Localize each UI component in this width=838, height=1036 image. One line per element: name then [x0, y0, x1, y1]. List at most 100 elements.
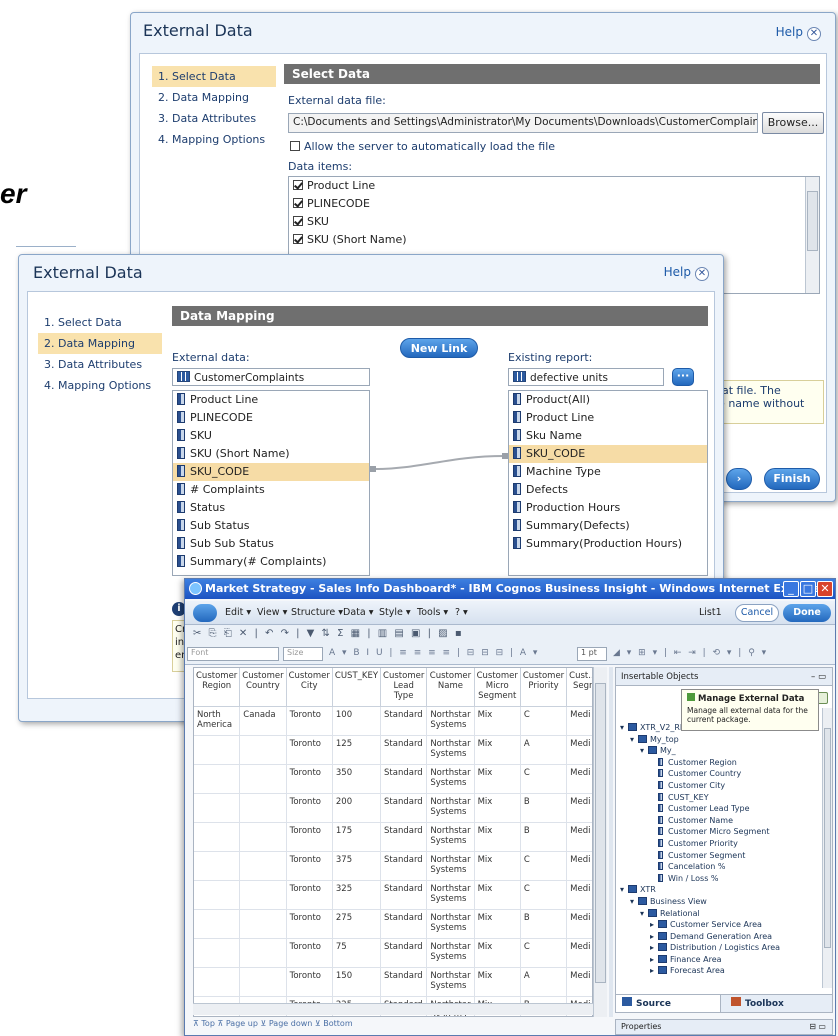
table-cell[interactable]: 100 [332, 706, 382, 736]
table-cell[interactable]: Mix [474, 938, 521, 968]
done-button[interactable]: Done [783, 604, 831, 622]
close-icon[interactable]: ✕ [817, 581, 833, 597]
help-label[interactable]: Help [664, 265, 691, 279]
menu-view[interactable]: View ▾ [257, 607, 287, 618]
size-select[interactable]: Size [283, 647, 323, 661]
table-cell[interactable]: Mix [474, 735, 521, 765]
scroll-thumb[interactable] [824, 728, 831, 948]
tree-scrollbar[interactable] [822, 708, 832, 988]
table-row[interactable]: Toronto 150 Standard Northstar Systems Mix A M… [194, 967, 592, 997]
scroll-thumb[interactable] [595, 683, 606, 983]
table-cell[interactable]: Medi [566, 735, 592, 765]
auto-load-checkbox[interactable] [290, 141, 300, 151]
help-link[interactable]: Help ✕ [664, 265, 709, 281]
expand-arrow-icon[interactable]: ▸ [650, 942, 658, 954]
table-cell[interactable]: Standard [380, 793, 428, 823]
table-cell[interactable]: Medi [566, 909, 592, 939]
table-cell[interactable]: A [520, 967, 568, 997]
table-cell[interactable]: North America [194, 706, 241, 736]
step-data-attributes[interactable]: 3. Data Attributes [152, 108, 276, 129]
table-cell[interactable]: 375 [332, 851, 382, 881]
expand-arrow-icon[interactable]: ▸ [650, 931, 658, 943]
step-mapping-options[interactable]: 4. Mapping Options [38, 375, 162, 396]
tree-node[interactable]: Customer Name [620, 815, 780, 827]
tree-node[interactable]: ▾ My_ [620, 745, 780, 757]
table-cell[interactable] [239, 880, 287, 910]
table-cell[interactable]: Standard [380, 851, 428, 881]
border-width-select[interactable]: 1 pt [577, 647, 607, 661]
tree-node[interactable]: ▸ Customer Service Area [620, 919, 780, 931]
help-label[interactable]: Help [776, 25, 803, 39]
auto-load-option[interactable]: Allow the server to automatically load t… [290, 140, 555, 153]
table-cell[interactable]: Mix [474, 822, 521, 852]
table-cell[interactable]: Standard [380, 735, 428, 765]
table-cell[interactable]: C [520, 706, 568, 736]
close-icon[interactable]: ✕ [807, 27, 821, 41]
table-cell[interactable]: Standard [380, 822, 428, 852]
table-cell[interactable]: Northstar Systems [426, 967, 475, 997]
tree-node[interactable]: ▸ Finance Area [620, 954, 780, 966]
col-header[interactable]: Customer City [286, 668, 333, 707]
expand-arrow-icon[interactable]: ▸ [650, 919, 658, 931]
expand-arrow-icon[interactable]: ▸ [650, 954, 658, 966]
tree-node[interactable]: Customer Region [620, 757, 780, 769]
table-row[interactable]: North America Canada Toronto 100 Standard Nor… [194, 706, 592, 736]
table-row[interactable]: Toronto 375 Standard Northstar Systems Mix C M… [194, 851, 592, 881]
item-checkbox[interactable] [293, 180, 303, 190]
col-header[interactable]: Customer Priority [520, 668, 568, 707]
table-cell[interactable] [239, 822, 287, 852]
table-cell[interactable]: Toronto [286, 851, 333, 881]
tree-node[interactable]: Customer City [620, 780, 780, 792]
table-cell[interactable]: Medi [566, 764, 592, 794]
table-cell[interactable] [239, 909, 287, 939]
col-header[interactable]: Customer Region [194, 668, 241, 707]
table-cell[interactable]: 350 [332, 764, 382, 794]
new-link-button[interactable]: New Link [400, 338, 478, 358]
table-cell[interactable] [194, 880, 241, 910]
table-cell[interactable]: B [520, 822, 568, 852]
tree-node[interactable]: Win / Loss % [620, 873, 780, 885]
tree-node[interactable]: ▸ Demand Generation Area [620, 931, 780, 943]
table-horizontal-scrollbar[interactable] [193, 1003, 593, 1015]
report-item[interactable]: Product Line [509, 409, 707, 427]
col-header[interactable]: CUST_KEY [332, 668, 382, 707]
table-cell[interactable]: B [520, 909, 568, 939]
table-cell[interactable]: 125 [332, 735, 382, 765]
item-checkbox[interactable] [293, 216, 303, 226]
table-cell[interactable]: 175 [332, 822, 382, 852]
table-row[interactable]: Toronto 75 Standard Northstar Systems Mix C Me… [194, 938, 592, 968]
table-cell[interactable]: Toronto [286, 822, 333, 852]
external-source-field[interactable]: CustomerComplaints [172, 368, 370, 386]
table-cell[interactable]: A [520, 735, 568, 765]
table-cell[interactable]: Standard [380, 764, 428, 794]
table-cell[interactable]: Northstar Systems [426, 851, 475, 881]
expand-arrow-icon[interactable]: ▸ [650, 965, 658, 977]
help-link[interactable]: Help ✕ [776, 25, 821, 41]
external-item[interactable]: Sub Status [173, 517, 369, 535]
file-path-field[interactable]: C:\Documents and Settings\Administrator\… [288, 113, 758, 133]
table-cell[interactable]: Mix [474, 880, 521, 910]
table-cell[interactable] [194, 967, 241, 997]
mapping-link-line[interactable] [370, 448, 510, 478]
table-cell[interactable]: Toronto [286, 938, 333, 968]
table-vertical-scrollbar[interactable] [593, 667, 607, 1017]
table-cell[interactable] [239, 938, 287, 968]
expand-arrow-icon[interactable]: ▾ [620, 884, 628, 896]
table-cell[interactable] [194, 909, 241, 939]
table-cell[interactable]: C [520, 938, 568, 968]
pane-splitter[interactable] [609, 667, 613, 1017]
table-cell[interactable] [239, 851, 287, 881]
tree-node[interactable]: Customer Micro Segment [620, 826, 780, 838]
external-item[interactable]: SKU [173, 427, 369, 445]
data-item[interactable]: SKU [289, 213, 819, 231]
table-cell[interactable]: Mix [474, 706, 521, 736]
table-cell[interactable]: Toronto [286, 706, 333, 736]
expand-arrow-icon[interactable]: ▾ [640, 745, 648, 757]
table-cell[interactable]: Toronto [286, 967, 333, 997]
table-cell[interactable]: Northstar Systems [426, 880, 475, 910]
tree-node[interactable]: ▸ Forecast Area [620, 965, 780, 977]
table-cell[interactable] [194, 851, 241, 881]
next-button[interactable]: › [726, 468, 752, 490]
col-header[interactable]: Cust... Segr [566, 668, 592, 707]
tree-node[interactable]: ▸ Distribution / Logistics Area [620, 942, 780, 954]
